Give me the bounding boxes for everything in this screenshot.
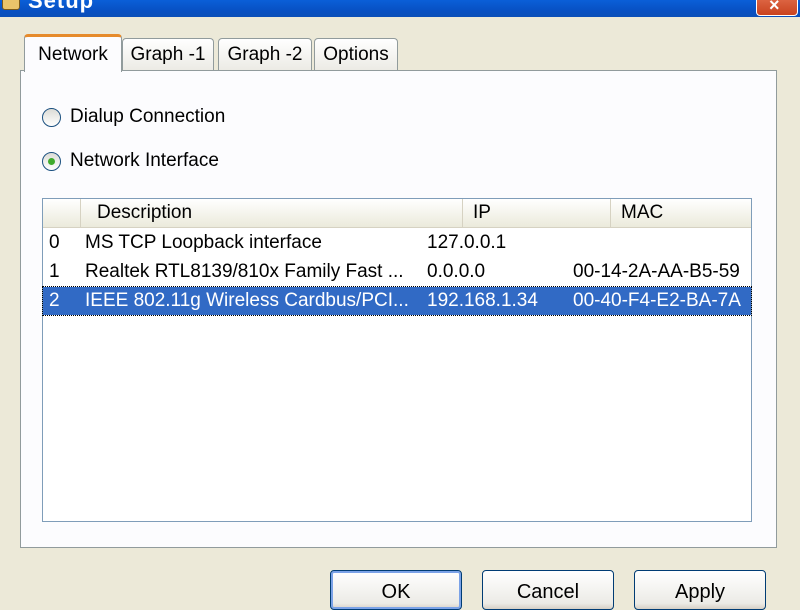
column-header-description[interactable]: Description: [87, 199, 463, 227]
dialup-connection-radio[interactable]: Dialup Connection: [42, 106, 225, 128]
table-row[interactable]: 1 Realtek RTL8139/810x Family Fast ... 0…: [43, 258, 751, 286]
title-bar: Setup ×: [0, 0, 800, 17]
row-mac: 00-40-F4-E2-BA-7A: [573, 290, 741, 311]
radio-button-icon[interactable]: [42, 107, 61, 127]
row-ip: 192.168.1.34: [427, 290, 538, 311]
tab-network[interactable]: Network: [24, 34, 122, 72]
row-ip: 127.0.0.1: [427, 232, 507, 253]
row-mac: 00-14-2A-AA-B5-59: [573, 261, 740, 282]
apply-button[interactable]: Apply: [634, 570, 766, 610]
row-index: 1: [49, 261, 60, 282]
list-header: Description IP MAC: [43, 199, 751, 228]
column-header-ip[interactable]: IP: [463, 199, 611, 227]
tab-label: Graph -1: [130, 43, 206, 65]
row-description: Realtek RTL8139/810x Family Fast ...: [85, 261, 404, 282]
tab-label: Graph -2: [227, 43, 303, 65]
setup-app-icon: [2, 0, 20, 10]
radio-label: Network Interface: [70, 150, 219, 171]
radio-label: Dialup Connection: [70, 106, 226, 127]
column-header-index[interactable]: [43, 199, 81, 227]
close-icon: ×: [769, 0, 780, 15]
ok-button[interactable]: OK: [330, 570, 462, 610]
tab-label: Options: [323, 43, 389, 65]
row-ip: 0.0.0.0: [427, 261, 486, 282]
column-header-mac[interactable]: MAC: [611, 199, 751, 227]
tab-options[interactable]: Options: [314, 38, 398, 70]
tab-graph-1[interactable]: Graph -1: [122, 38, 214, 70]
close-button[interactable]: ×: [756, 0, 798, 16]
row-index: 2: [49, 290, 60, 311]
interface-list[interactable]: Description IP MAC 0 MS TCP Loopback int…: [42, 198, 752, 522]
row-index: 0: [49, 232, 60, 253]
row-description: IEEE 802.11g Wireless Cardbus/PCI...: [85, 290, 409, 311]
table-row[interactable]: 0 MS TCP Loopback interface 127.0.0.1: [43, 229, 751, 257]
cancel-button[interactable]: Cancel: [482, 570, 614, 610]
window-title: Setup: [28, 0, 95, 13]
radio-button-checked-icon[interactable]: [42, 151, 61, 171]
table-row-selected[interactable]: 2 IEEE 802.11g Wireless Cardbus/PCI... 1…: [42, 286, 752, 316]
tab-graph-2[interactable]: Graph -2: [218, 38, 312, 70]
network-interface-radio[interactable]: Network Interface: [42, 150, 219, 172]
row-description: MS TCP Loopback interface: [85, 232, 322, 253]
tab-label: Network: [38, 43, 108, 65]
